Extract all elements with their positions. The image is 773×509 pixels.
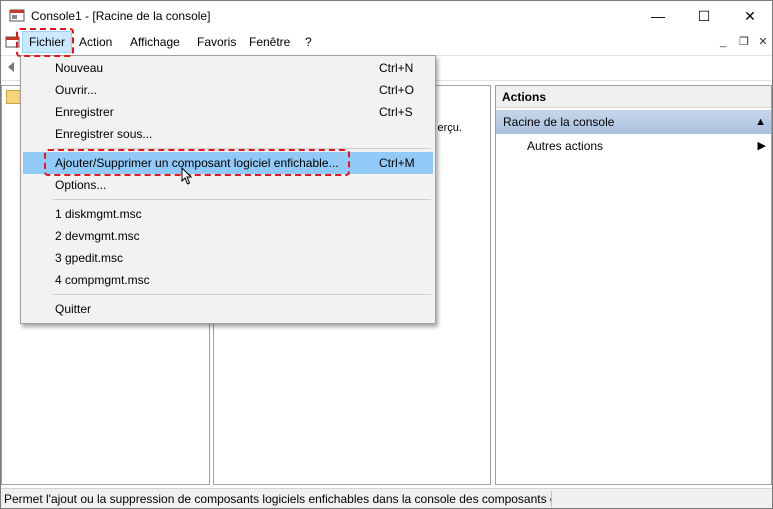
results-partial-text: erçu. [437,122,462,134]
menu-item-ouvrir[interactable]: Ouvrir... Ctrl+O [23,79,433,101]
menu-favoris[interactable]: Favoris [191,31,242,53]
actions-more-row[interactable]: Autres actions ▶ [496,134,771,158]
menu-item-label: 1 diskmgmt.msc [55,207,142,221]
back-arrow-icon[interactable] [5,60,19,74]
menu-item-label: Quitter [55,302,92,316]
child-close-button[interactable]: ✕ [755,35,771,49]
menu-item-label: Enregistrer [55,105,114,119]
menu-item-label: Enregistrer sous... [55,127,153,141]
mouse-cursor-icon [181,167,193,185]
status-separator [551,491,552,507]
menu-fenetre[interactable]: Fenêtre [243,31,296,53]
menu-help[interactable]: ? [299,31,318,53]
actions-root-row[interactable]: Racine de la console ▲ [496,110,771,134]
menu-item-label: 2 devmgmt.msc [55,229,140,243]
menu-item-shortcut: Ctrl+S [379,105,413,119]
menu-separator [53,294,431,295]
menu-item-enregistrer[interactable]: Enregistrer Ctrl+S [23,101,433,123]
menu-item-label: Options... [55,178,107,192]
fichier-dropdown-menu: Nouveau Ctrl+N Ouvrir... Ctrl+O Enregist… [20,55,436,324]
collapse-arrow-icon[interactable]: ▲ [755,110,766,134]
menu-item-label: 3 gpedit.msc [55,251,124,265]
title-bar: Console1 - [Racine de la console] — ☐ ✕ [1,1,772,31]
actions-header: Actions [496,86,771,108]
close-button[interactable]: ✕ [727,1,772,31]
menu-item-shortcut: Ctrl+O [379,83,415,97]
menu-separator [53,199,431,200]
submenu-arrow-icon[interactable]: ▶ [758,134,766,158]
actions-pane: Actions Racine de la console ▲ Autres ac… [495,85,772,485]
minimize-button[interactable]: — [635,1,681,31]
window-title: Console1 - [Racine de la console] [31,9,211,23]
maximize-button[interactable]: ☐ [681,1,727,31]
menu-item-recent-2[interactable]: 2 devmgmt.msc [23,225,433,247]
menu-item-options[interactable]: Options... [23,174,433,196]
child-minimize-button[interactable]: _ [715,35,731,49]
status-bar: Permet l'ajout ou la suppression de comp… [1,488,772,508]
console-app-icon [9,9,25,22]
actions-root-label: Racine de la console [503,115,615,129]
menu-item-label: Ouvrir... [55,83,98,97]
menu-item-enregistrer-sous[interactable]: Enregistrer sous... [23,123,433,145]
menu-item-recent-3[interactable]: 3 gpedit.msc [23,247,433,269]
menu-action[interactable]: Action [73,31,118,53]
menu-item-shortcut: Ctrl+N [379,61,414,75]
child-restore-button[interactable]: ❐ [736,35,752,49]
menu-item-label: 4 compmgmt.msc [55,273,150,287]
menu-item-nouveau[interactable]: Nouveau Ctrl+N [23,57,433,79]
mmc-window: Console1 - [Racine de la console] — ☐ ✕ … [0,0,773,509]
menu-affichage[interactable]: Affichage [124,31,186,53]
fichier-highlight [16,28,74,57]
menu-item-recent-1[interactable]: 1 diskmgmt.msc [23,203,433,225]
menu-bar: Fichier Action Affichage Favoris Fenêtre… [1,31,772,53]
actions-more-label: Autres actions [527,139,604,153]
menu-item-label: Nouveau [55,61,104,75]
menu-item-recent-4[interactable]: 4 compmgmt.msc [23,269,433,291]
menu-item-shortcut: Ctrl+M [379,156,415,170]
status-text: Permet l'ajout ou la suppression de comp… [4,492,551,506]
menu-item-quitter[interactable]: Quitter [23,298,433,320]
add-remove-highlight [44,149,350,176]
